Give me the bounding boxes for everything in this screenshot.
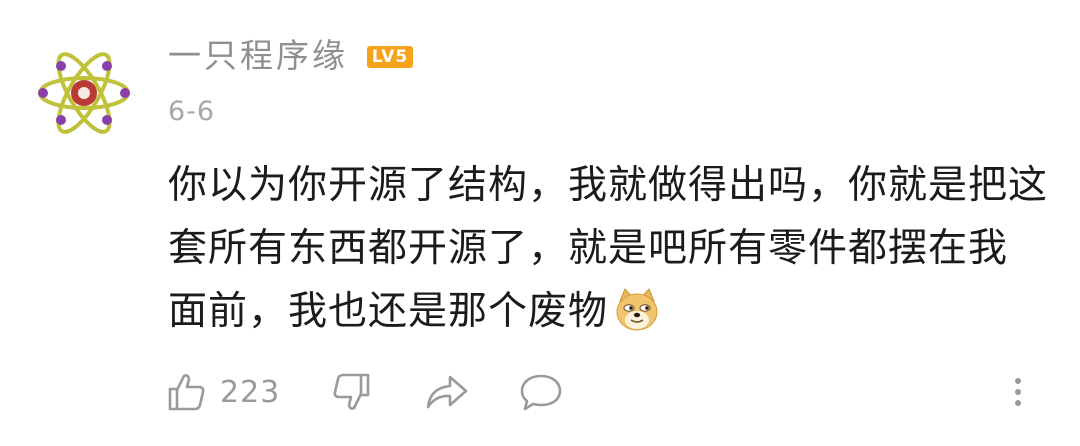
more-options-button[interactable] xyxy=(1010,364,1026,420)
doge-emoji-icon xyxy=(616,288,658,331)
share-button[interactable] xyxy=(424,364,470,420)
username[interactable]: 一只程序缘 xyxy=(168,34,348,78)
more-vertical-icon xyxy=(1015,378,1021,406)
dislike-button[interactable] xyxy=(330,364,372,420)
avatar[interactable] xyxy=(38,47,130,139)
thumbs-up-icon xyxy=(168,374,205,411)
comment-line-last: 面前，我也还是那个废物 xyxy=(168,280,1058,343)
speech-bubble-icon xyxy=(520,374,562,411)
comment-timestamp: 6-6 xyxy=(168,96,216,127)
like-count: 223 xyxy=(220,374,281,410)
level-badge: LV5 xyxy=(367,46,413,68)
reply-button[interactable] xyxy=(518,364,564,420)
share-arrow-icon xyxy=(426,375,468,409)
comment-body: 你以为你开源了结构，我就做得出吗，你就是把这 套所有东西都开源了，就是吧所有零件… xyxy=(168,154,1058,343)
comment-action-bar: 223 xyxy=(0,364,1080,420)
comment-line: 套所有东西都开源了，就是吧所有零件都摆在我 xyxy=(168,226,1009,271)
atom-icon xyxy=(38,52,130,134)
comment-line: 你以为你开源了结构，我就做得出吗，你就是把这 xyxy=(168,163,1049,208)
like-button[interactable]: 223 xyxy=(166,364,280,420)
thumbs-down-icon xyxy=(333,373,370,410)
comment-line-text: 面前，我也还是那个废物 xyxy=(168,289,609,334)
